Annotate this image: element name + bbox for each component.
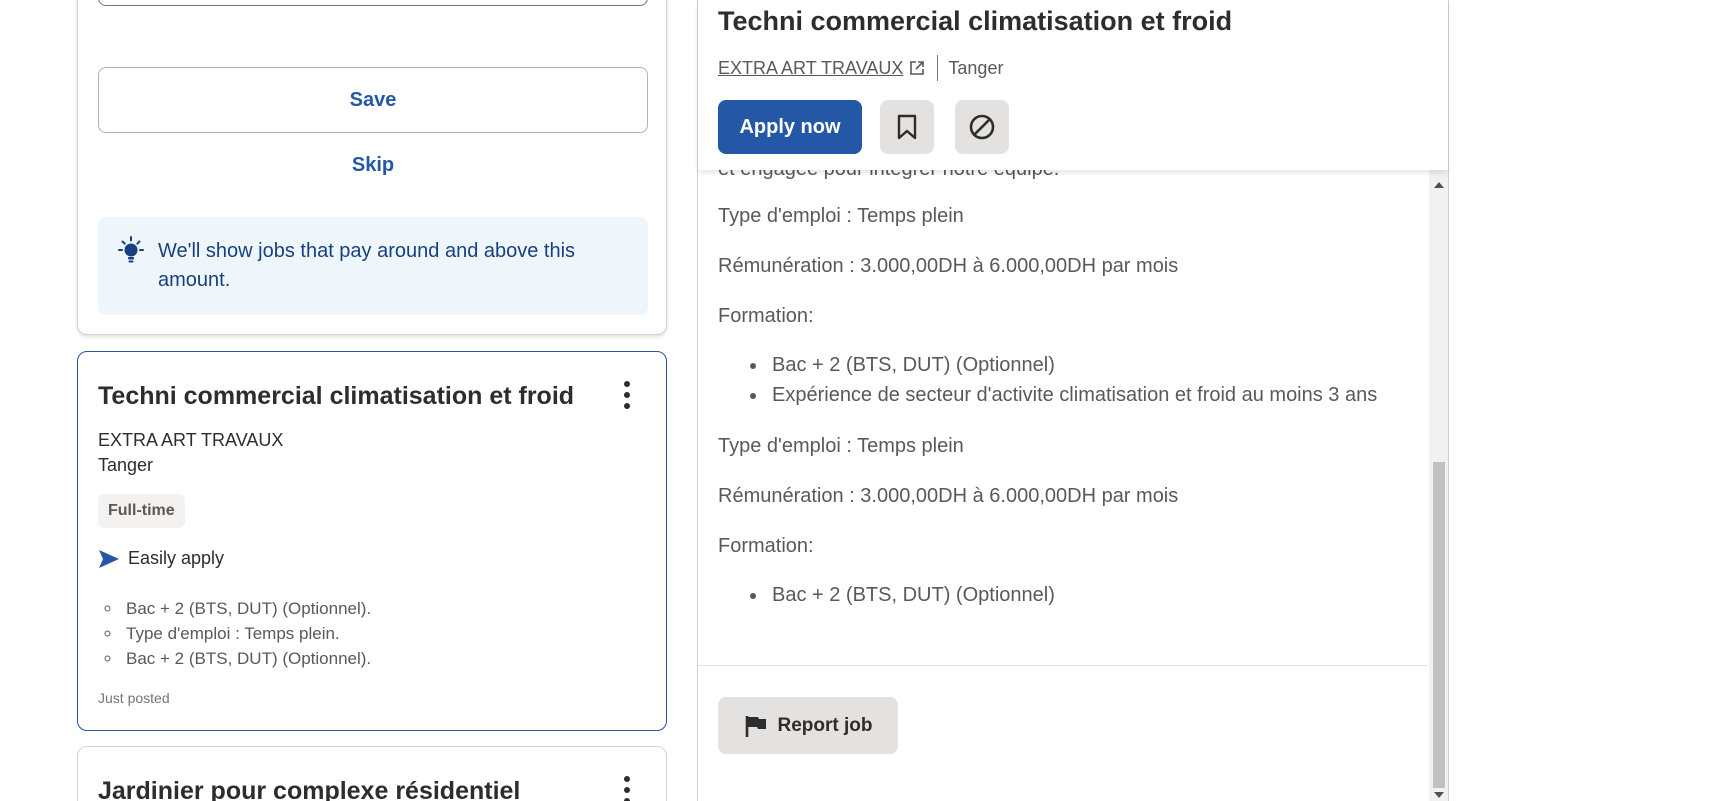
easy-apply-label: Easily apply xyxy=(128,548,225,568)
formation-heading: Formation: xyxy=(718,305,814,327)
send-icon xyxy=(99,549,119,568)
list-item: Bac + 2 (BTS, DUT) (Optionnel) xyxy=(768,350,1377,380)
job-detail-header: Techni commercial climatisation et froid… xyxy=(698,0,1448,170)
job-detail-location: Tanger xyxy=(948,57,1004,78)
formation-heading: Formation: xyxy=(718,535,814,557)
block-icon xyxy=(969,114,995,140)
pay-text: Rémunération : 3.000,00DH à 6.000,00DH p… xyxy=(718,485,1179,507)
job-card-company: EXTRA ART TRAVAUX xyxy=(98,430,284,450)
job-snippet-list: Bac + 2 (BTS, DUT) (Optionnel). Type d'e… xyxy=(122,596,371,671)
job-card-location: Tanger xyxy=(98,455,154,475)
lightbulb-icon xyxy=(118,236,144,263)
company-info: EXTRA ART TRAVAUX Tanger xyxy=(718,55,1003,81)
list-item: Bac + 2 (BTS, DUT) (Optionnel). xyxy=(122,596,371,621)
report-job-label: Report job xyxy=(777,714,873,736)
scrollbar[interactable] xyxy=(1429,170,1448,801)
report-job-button[interactable]: Report job xyxy=(718,697,898,754)
not-interested-button[interactable] xyxy=(955,100,1009,154)
list-item: Bac + 2 (BTS, DUT) (Optionnel). xyxy=(122,646,371,671)
save-button[interactable]: Save xyxy=(98,67,648,133)
divider xyxy=(937,55,939,81)
scroll-thumb[interactable] xyxy=(1433,462,1445,788)
list-item: Type d'emploi : Temps plein. xyxy=(122,621,371,646)
job-card-title[interactable]: Jardinier pour complexe résidentiel xyxy=(98,777,520,801)
external-link-icon[interactable] xyxy=(909,60,925,76)
salary-preference-card: Save Skip We'll show jobs that pay aroun… xyxy=(77,0,667,335)
company-link[interactable]: EXTRA ART TRAVAUX xyxy=(718,58,903,79)
bookmark-icon xyxy=(897,114,917,140)
divider xyxy=(698,665,1428,666)
requirements-list: Bac + 2 (BTS, DUT) (Optionnel) Expérienc… xyxy=(768,350,1377,410)
requirements-list: Bac + 2 (BTS, DUT) (Optionnel) xyxy=(768,580,1055,610)
apply-now-button[interactable]: Apply now xyxy=(718,100,862,154)
salary-input[interactable] xyxy=(98,0,648,6)
description-text: et engagée pour intégrer notre équipe. xyxy=(718,170,1059,181)
posted-date: Just posted xyxy=(98,690,170,706)
list-item: Expérience de secteur d'activite climati… xyxy=(768,380,1377,410)
more-options-icon[interactable] xyxy=(615,378,639,412)
job-card-title[interactable]: Techni commercial climatisation et froid xyxy=(98,382,574,411)
easy-apply-indicator: Easily apply xyxy=(98,548,224,569)
job-type-text: Type d'emploi : Temps plein xyxy=(718,205,964,227)
job-type-text: Type d'emploi : Temps plein xyxy=(718,435,964,457)
skip-button[interactable]: Skip xyxy=(298,140,448,190)
scroll-down-arrow-icon[interactable] xyxy=(1434,792,1444,798)
save-job-button[interactable] xyxy=(880,100,934,154)
flag-icon xyxy=(745,715,766,737)
pay-text: Rémunération : 3.000,00DH à 6.000,00DH p… xyxy=(718,255,1179,277)
salary-tip: We'll show jobs that pay around and abov… xyxy=(98,217,648,315)
more-options-icon[interactable] xyxy=(615,773,639,801)
scroll-up-arrow-icon[interactable] xyxy=(1434,182,1444,188)
tip-text: We'll show jobs that pay around and abov… xyxy=(158,240,576,291)
job-card[interactable]: Techni commercial climatisation et froid… xyxy=(77,351,667,731)
job-detail-title: Techni commercial climatisation et froid xyxy=(718,6,1233,36)
job-description: et engagée pour intégrer notre équipe. T… xyxy=(698,170,1428,801)
list-item: Bac + 2 (BTS, DUT) (Optionnel) xyxy=(768,580,1055,610)
job-card[interactable]: Jardinier pour complexe résidentiel xyxy=(77,746,667,801)
job-type-badge: Full-time xyxy=(98,494,185,528)
job-detail-panel: Techni commercial climatisation et froid… xyxy=(697,0,1449,801)
